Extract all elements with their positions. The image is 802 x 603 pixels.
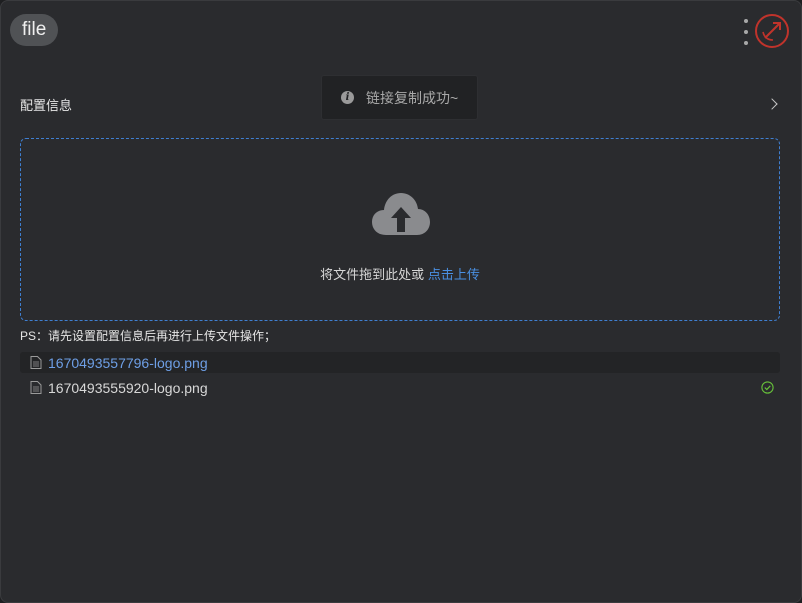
file-item[interactable]: 1670493555920-logo.png [20, 377, 780, 398]
config-info-label: 配置信息 [20, 97, 73, 113]
upload-dropzone[interactable]: 将文件拖到此处或 点击上传 [20, 138, 780, 321]
document-icon [30, 356, 42, 369]
toast-message: 链接复制成功~ [366, 89, 459, 106]
header: file [1, 1, 801, 61]
info-icon: i [341, 91, 354, 104]
file-item[interactable]: 1670493557796-logo.png [20, 352, 780, 373]
upload-hint: 将文件拖到此处或 点击上传 [21, 264, 779, 283]
more-dot-icon [744, 41, 748, 45]
cloud-upload-icon [372, 193, 430, 235]
file-name: 1670493557796-logo.png [48, 354, 208, 371]
ps-note: PS：请先设置配置信息后再进行上传文件操作； [20, 329, 277, 343]
file-name: 1670493555920-logo.png [48, 379, 208, 396]
upload-success-icon [761, 381, 774, 394]
more-dot-icon [744, 19, 748, 23]
upload-hint-text: 将文件拖到此处或 [320, 267, 425, 282]
more-options-button[interactable] [739, 19, 753, 45]
click-upload-link[interactable]: 点击上传 [428, 267, 480, 282]
more-dot-icon [744, 30, 748, 34]
app-logo-button[interactable] [753, 12, 791, 50]
app-window: file i 链接复制成功~ 配置信息 将文件拖到此处或 点击上传 PS：请先设… [0, 0, 802, 603]
toast-notification: i 链接复制成功~ [321, 75, 478, 120]
chevron-right-icon [766, 98, 778, 110]
document-icon [30, 381, 42, 394]
file-list: 1670493557796-logo.png 1670493555920-log… [20, 352, 780, 402]
app-logo-icon [755, 14, 789, 48]
page-title: file [10, 14, 59, 46]
